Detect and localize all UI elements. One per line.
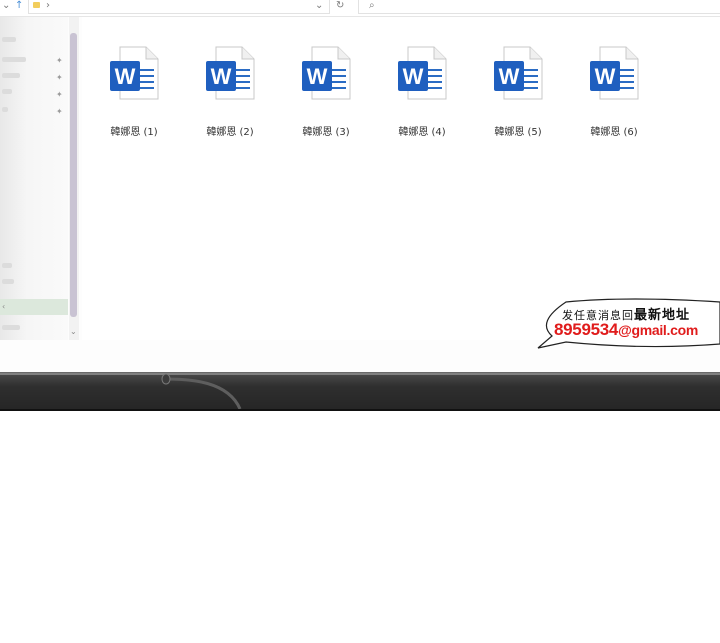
word-document-icon: W [206,46,255,100]
pin-icon[interactable]: ✦ [56,108,63,116]
nav-item[interactable] [2,57,26,62]
file-name[interactable]: 韓娜恩 (1) [94,123,174,138]
folder-icon [33,2,40,8]
file-item[interactable]: W 韓娜恩 (6) [574,45,654,141]
svg-text:W: W [115,64,136,89]
nav-item[interactable] [2,73,20,78]
file-item[interactable]: W 韓娜恩 (3) [286,45,366,141]
file-name[interactable]: 韓娜恩 (4) [382,123,462,138]
svg-text:W: W [595,64,616,89]
nav-item[interactable] [2,279,14,284]
file-item[interactable]: W 韓娜恩 (5) [478,45,558,141]
word-document-icon: W [302,46,351,100]
word-document-icon: W [494,46,543,100]
search-input[interactable]: ⌕ [358,0,720,14]
word-document-icon: W [398,46,447,100]
file-name[interactable]: 韓娜恩 (6) [574,123,654,138]
file-list[interactable]: W 韓娜恩 (1) W 韓娜恩 (2) W 韓娜恩 (3) W 韓娜恩 (4) … [82,17,720,340]
promo-speech-bubble: 发任意消息回最新地址 8959534@gmail.com [536,298,720,350]
file-item[interactable]: W 韓娜恩 (4) [382,45,462,141]
up-arrow-icon[interactable]: ↑ [15,0,23,12]
collapse-icon[interactable]: ‹ [2,303,5,311]
navigation-scrollbar[interactable]: ⌄ [69,17,79,340]
nav-item[interactable] [2,37,16,42]
pin-icon[interactable]: ✦ [56,91,63,99]
word-document-icon: W [590,46,639,100]
pin-icon[interactable]: ✦ [56,57,63,65]
address-bar[interactable]: › ⌄ [28,0,330,14]
recent-locations-icon[interactable]: ⌄ [2,0,10,12]
monitor-bezel [0,372,720,411]
file-item[interactable]: W 韓娜恩 (1) [94,45,174,141]
promo-number: 8959534 [554,320,619,339]
pin-icon[interactable]: ✦ [56,74,63,82]
nav-item-selected[interactable]: ‹ [0,299,68,315]
bezel-highlight [0,373,720,375]
promo-line-2: 8959534@gmail.com [554,320,698,340]
bezel-edge [0,409,720,411]
nav-item[interactable] [2,325,20,330]
nav-item[interactable] [2,89,12,94]
address-dropdown-icon[interactable]: ⌄ [315,0,323,12]
file-name[interactable]: 韓娜恩 (2) [190,123,270,138]
navigation-pane[interactable]: ✦ ✦ ✦ ✦ ‹ [0,17,68,340]
explorer-toolbar: ⌄ ↑ › ⌄ ↻ ⌕ [0,0,720,17]
nav-item[interactable] [2,107,8,112]
breadcrumb-chevron-icon[interactable]: › [46,0,50,12]
svg-text:W: W [403,64,424,89]
scroll-down-icon[interactable]: ⌄ [70,328,77,336]
search-icon: ⌕ [369,0,375,11]
cable-icon [161,373,242,410]
svg-text:W: W [499,64,520,89]
scrollbar-thumb[interactable] [70,33,77,317]
nav-item[interactable] [2,263,12,268]
promo-domain: @gmail.com [618,322,698,338]
svg-text:W: W [307,64,328,89]
svg-text:W: W [211,64,232,89]
refresh-icon[interactable]: ↻ [336,0,344,12]
file-name[interactable]: 韓娜恩 (5) [478,123,558,138]
file-name[interactable]: 韓娜恩 (3) [286,123,366,138]
word-document-icon: W [110,46,159,100]
file-item[interactable]: W 韓娜恩 (2) [190,45,270,141]
